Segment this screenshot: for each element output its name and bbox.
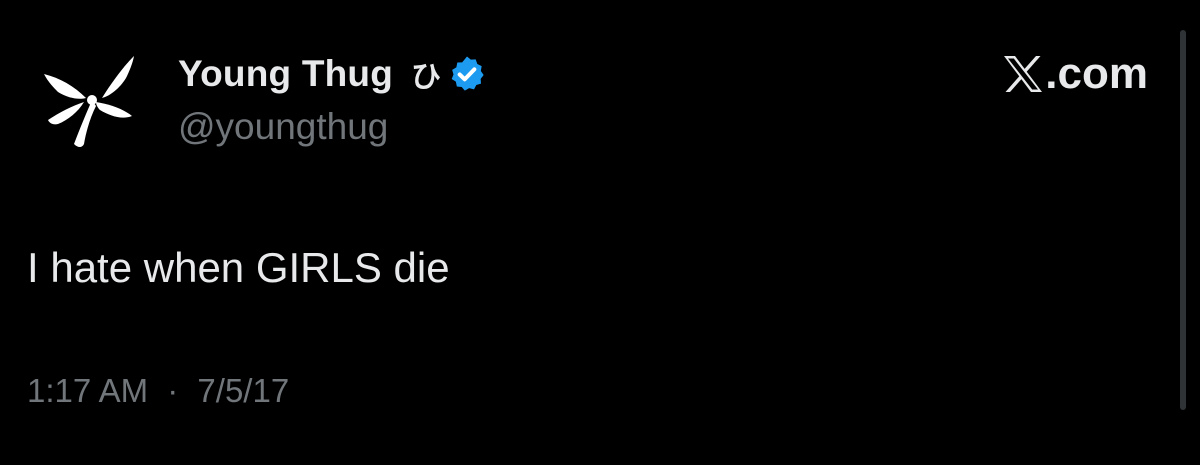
tweet-date[interactable]: 7/5/17 — [197, 372, 289, 409]
name-emoji: ひ — [411, 60, 442, 95]
x-logo-icon — [1004, 56, 1043, 92]
author-handle[interactable]: @youngthug — [178, 106, 388, 148]
tweet-meta: 1:17 AM · 7/5/17 — [27, 372, 289, 410]
brand-watermark: .com — [1003, 49, 1148, 98]
tweet-text: I hate when GIRLS die — [27, 244, 450, 291]
brand-suffix: .com — [1045, 49, 1148, 98]
butterfly-logo-icon — [44, 56, 134, 147]
tweet-time[interactable]: 1:17 AM — [27, 372, 148, 409]
author-display-name[interactable]: Young Thug — [178, 53, 393, 95]
scrollbar[interactable] — [1180, 30, 1186, 410]
tweet-card: Young Thug ひ @youngthug .com I hate when… — [0, 0, 1200, 465]
verified-badge-icon — [451, 56, 484, 91]
meta-separator: · — [167, 372, 179, 409]
author-name-row[interactable]: Young Thug ひ — [178, 50, 487, 98]
avatar[interactable] — [38, 48, 146, 156]
